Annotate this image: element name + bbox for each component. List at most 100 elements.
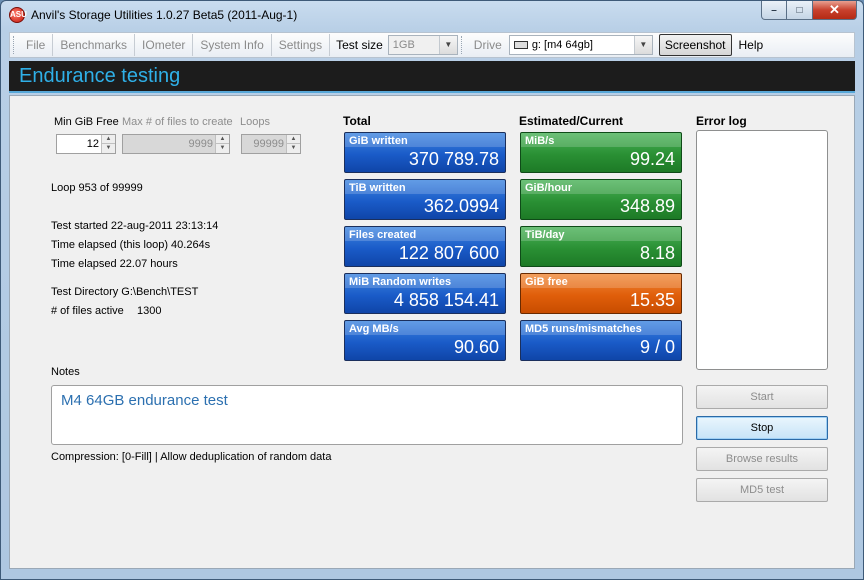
notes-text: M4 64GB endurance test [61,392,228,409]
drive-value: g: [m4 64gb] [531,39,593,51]
tile-label: TiB/day [525,229,565,241]
spin-buttons[interactable]: ▲ ▼ [101,135,115,153]
menu-settings[interactable]: Settings [272,34,331,56]
page-title: Endurance testing [19,65,181,87]
tile-label: GiB/hour [525,182,573,194]
drive-icon [513,41,528,49]
tile-value: 348.89 [619,196,675,216]
window-title: Anvil's Storage Utilities 1.0.27 Beta5 (… [31,8,298,22]
menu-toolbar: File Benchmarks IOmeter System Info Sett… [9,32,855,58]
menu-system-info[interactable]: System Info [193,34,272,56]
max-files-label: Max # of files to create [122,116,233,128]
tile-label: MiB Random writes [349,276,452,288]
toolbar-grip-icon[interactable] [13,36,17,54]
tile-value: 90.60 [453,337,499,357]
tile-value: 15.35 [629,290,675,310]
max-files-value: 9999 [188,138,213,150]
tile-label: TiB written [349,182,406,194]
screenshot-button[interactable]: Screenshot [658,34,732,56]
tile-value: 9 / 0 [639,337,675,357]
tile-label: GiB free [525,276,568,288]
maximize-icon: □ [796,4,803,16]
app-icon[interactable]: ASU [9,7,27,23]
tile-value: 362.0994 [423,196,499,216]
close-button[interactable]: ✕ [813,1,857,20]
error-log-heading: Error log [696,114,747,128]
files-active-value: 1300 [137,305,162,317]
drive-select[interactable]: g: [m4 64gb] ▼ [508,35,653,55]
tile-value: 370 789.78 [408,149,499,169]
menu-help[interactable]: Help [732,34,771,56]
loops-label: Loops [240,116,270,128]
test-size-label: Test size [336,38,383,52]
loop-counter: Loop 953 of 99999 [51,182,143,194]
menu-iometer[interactable]: IOmeter [135,34,194,56]
notes-label: Notes [51,366,80,378]
caption-buttons: – □ ✕ [761,1,857,21]
tile-files-created: Files created 122 807 600 [344,226,506,267]
chevron-up-icon[interactable]: ▲ [287,135,300,144]
test-size-value: 1GB [392,39,415,51]
tile-label: GiB written [349,135,408,147]
tile-tib-day: TiB/day 8.18 [520,226,682,267]
menu-file[interactable]: File [19,34,54,56]
endurance-panel: Min GiB Free Max # of files to create Lo… [9,95,855,569]
chevron-up-icon[interactable]: ▲ [102,135,115,144]
tile-gib-free: GiB free 15.35 [520,273,682,314]
drive-label: Drive [473,38,502,52]
start-button[interactable]: Start [696,385,828,409]
app-window: ASU Anvil's Storage Utilities 1.0.27 Bet… [0,0,864,580]
tile-label: MD5 runs/mismatches [525,323,642,335]
tile-mib-random-writes: MiB Random writes 4 858 154.41 [344,273,506,314]
tile-gib-written: GiB written 370 789.78 [344,132,506,173]
tile-gib-hour: GiB/hour 348.89 [520,179,682,220]
tile-avg-mbs: Avg MB/s 90.60 [344,320,506,361]
tile-label: Files created [349,229,417,241]
chevron-down-icon[interactable]: ▼ [216,144,229,153]
chevron-down-icon[interactable]: ▼ [287,144,300,153]
maximize-button[interactable]: □ [787,1,813,20]
test-size-select[interactable]: 1GB ▼ [387,35,458,55]
test-started: Test started 22-aug-2011 23:13:14 [51,220,219,232]
page-header: Endurance testing [9,61,855,93]
tile-label: MiB/s [525,135,555,147]
estimated-heading: Estimated/Current [519,114,624,128]
browse-results-button[interactable]: Browse results [696,447,828,471]
stop-button[interactable]: Stop [696,416,828,440]
error-log-box[interactable] [696,130,828,370]
min-gib-free-stepper[interactable]: 12 ▲ ▼ [56,134,116,154]
md5-test-button[interactable]: MD5 test [696,478,828,502]
toolbar-separator [460,36,465,54]
total-heading: Total [343,114,371,128]
chevron-up-icon[interactable]: ▲ [216,135,229,144]
minimize-button[interactable]: – [761,1,787,20]
minimize-icon: – [771,4,777,16]
spin-buttons[interactable]: ▲ ▼ [215,135,229,153]
chevron-down-icon[interactable]: ▼ [102,144,115,153]
menu-benchmarks[interactable]: Benchmarks [53,34,136,56]
loops-stepper[interactable]: 99999 ▲ ▼ [241,134,301,154]
loops-value: 99999 [253,138,284,150]
min-gib-free-label: Min GiB Free [54,116,119,128]
notes-textarea[interactable]: M4 64GB endurance test [51,385,683,445]
chevron-down-icon[interactable]: ▼ [633,36,652,54]
tile-value: 4 858 154.41 [393,290,499,310]
tile-tib-written: TiB written 362.0994 [344,179,506,220]
close-icon: ✕ [829,2,840,17]
compression-info: Compression: [0-Fill] | Allow deduplicat… [51,451,332,463]
test-directory: Test Directory G:\Bench\TEST [51,286,199,298]
elapsed-total: Time elapsed 22.07 hours [51,258,178,270]
title-bar[interactable]: ASU Anvil's Storage Utilities 1.0.27 Bet… [1,1,863,29]
spin-buttons[interactable]: ▲ ▼ [286,135,300,153]
min-gib-free-value: 12 [86,138,99,150]
max-files-stepper[interactable]: 9999 ▲ ▼ [122,134,230,154]
chevron-down-icon[interactable]: ▼ [438,36,457,54]
tile-value: 8.18 [639,243,675,263]
tile-mibs: MiB/s 99.24 [520,132,682,173]
elapsed-loop: Time elapsed (this loop) 40.264s [51,239,211,251]
tile-value: 99.24 [629,149,675,169]
tile-md5-runs: MD5 runs/mismatches 9 / 0 [520,320,682,361]
files-active-label: # of files active [51,305,124,317]
tile-value: 122 807 600 [398,243,499,263]
tile-label: Avg MB/s [349,323,399,335]
